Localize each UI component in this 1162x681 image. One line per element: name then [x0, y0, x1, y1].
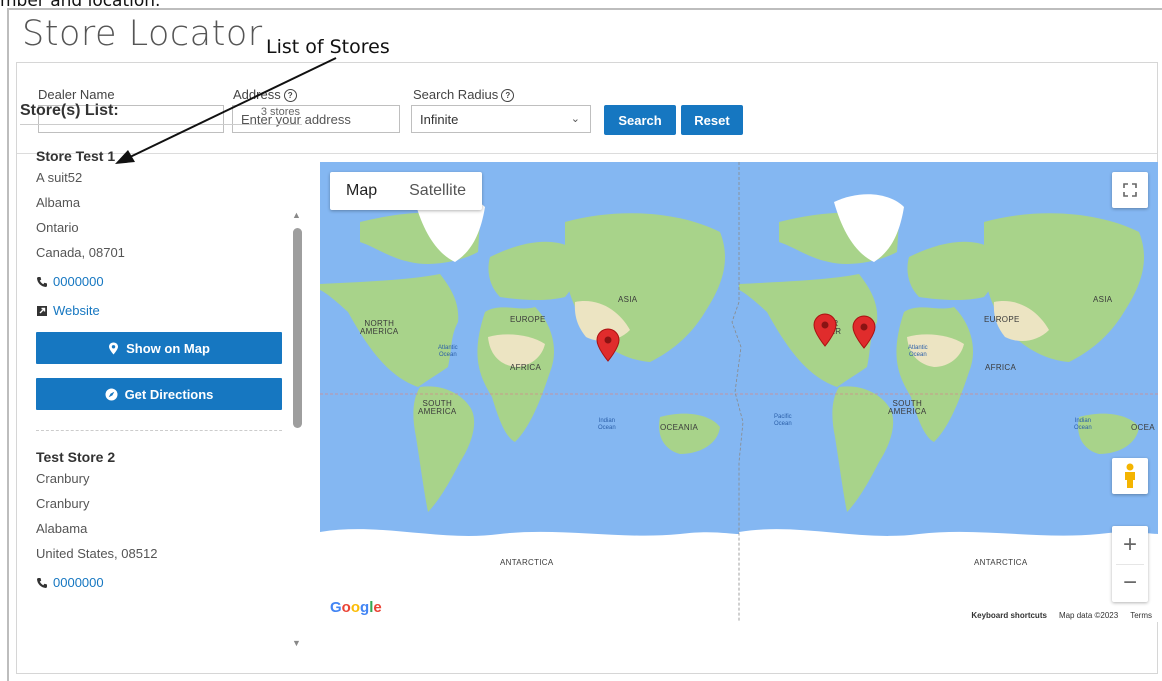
google-logo-letter: o: [350, 599, 361, 616]
search-radius-value: Infinite: [420, 112, 459, 127]
search-radius-label: Search Radius?: [413, 87, 515, 102]
store-address-line: Cranbury: [36, 496, 90, 511]
store-list-scrollbar[interactable]: ▲ ▼: [289, 210, 305, 650]
google-logo-letter: g: [360, 599, 370, 616]
store-phone: 0000000: [53, 575, 104, 590]
map-label: EUROPE: [984, 315, 1020, 324]
phone-icon: [37, 276, 47, 287]
help-icon[interactable]: ?: [501, 89, 515, 102]
ocean-label: Pacific Ocean: [774, 414, 792, 427]
store-phone-link[interactable]: 0000000: [36, 575, 282, 590]
page-title: Store Locator: [22, 14, 263, 54]
ocean-label: Atlantic Ocean: [908, 345, 928, 358]
show-on-map-label: Show on Map: [126, 340, 210, 356]
map-type-map[interactable]: Map: [330, 172, 393, 210]
phone-icon: [37, 577, 47, 588]
map-label: AFRICA: [985, 363, 1017, 372]
map-pin-icon[interactable]: [813, 313, 837, 347]
store-list-title: Store(s) List:: [20, 102, 119, 119]
map-pin-icon[interactable]: [852, 315, 876, 349]
map-label: ANTARCTICA: [974, 558, 1028, 567]
store-address-line: A suit52: [36, 170, 83, 185]
map-pin-icon[interactable]: [596, 328, 620, 362]
google-logo-letter: e: [373, 599, 382, 616]
map-label: OCEA: [1131, 423, 1155, 432]
store-list[interactable]: Store Test 1 A suit52 Albama Ontario Can…: [20, 130, 282, 620]
map-label: EUROPE: [510, 315, 546, 324]
list-item: Store Test 1 A suit52 Albama Ontario Can…: [20, 148, 282, 410]
search-button[interactable]: Search: [604, 105, 676, 135]
store-address-line: Alabama: [36, 521, 88, 536]
map-label: ANTARCTICA: [500, 558, 554, 567]
store-website: Website: [53, 303, 100, 318]
map-label: SOUTH AMERICA: [888, 399, 927, 416]
external-link-icon: [37, 305, 47, 316]
store-phone: 0000000: [53, 274, 104, 289]
zoom-out-button[interactable]: −: [1123, 565, 1137, 603]
list-item: Test Store 2 Cranbury Cranbury Alabama U…: [20, 449, 282, 590]
search-radius-label-text: Search Radius: [413, 87, 499, 102]
scroll-down-arrow-icon[interactable]: ▼: [292, 638, 301, 648]
store-address-line: United States, 08512: [36, 546, 158, 561]
google-logo: Google: [330, 599, 382, 616]
fullscreen-button[interactable]: [1112, 172, 1148, 208]
map-view[interactable]: NORTH AMERICA EUROPE ASIA AFRICA SOUTH AME…: [320, 162, 1158, 622]
store-name: Test Store 2: [36, 449, 116, 465]
ocean-label: Indian Ocean: [598, 418, 616, 431]
get-directions-button[interactable]: Get Directions: [36, 378, 282, 410]
store-address-line: Canada, 08701: [36, 245, 125, 260]
ocean-label: Indian Ocean: [1074, 418, 1092, 431]
keyboard-shortcuts-link[interactable]: Keyboard shortcuts: [971, 611, 1047, 620]
world-map: [320, 162, 1158, 622]
fullscreen-icon: [1123, 183, 1137, 197]
map-data-text: Map data ©2023: [1058, 610, 1119, 620]
annotation-label: List of Stores: [266, 36, 390, 58]
map-attribution: Keyboard shortcuts Map data ©2023 Terms: [965, 608, 1158, 622]
store-address-line: Ontario: [36, 220, 79, 235]
map-type-satellite[interactable]: Satellite: [393, 172, 482, 210]
google-logo-letter: G: [330, 599, 342, 616]
map-label: SOUTH AMERICA: [418, 399, 457, 416]
store-count: 3 stores: [260, 106, 300, 118]
map-label: OCEANIA: [660, 423, 699, 432]
pegman-icon: [1125, 463, 1135, 488]
scroll-up-arrow-icon[interactable]: ▲: [292, 210, 301, 220]
map-label: NORTH AMERICA: [360, 319, 399, 336]
store-list-header: Store(s) List: 3 stores: [20, 100, 302, 125]
reset-button[interactable]: Reset: [681, 105, 743, 135]
show-on-map-button[interactable]: Show on Map: [36, 332, 282, 364]
store-name: Store Test 1: [36, 148, 116, 164]
map-type-toggle: Map Satellite: [330, 172, 483, 210]
zoom-in-button[interactable]: +: [1116, 526, 1144, 565]
terms-link[interactable]: Terms: [1130, 611, 1152, 620]
store-website-link[interactable]: Website: [36, 303, 282, 318]
store-phone-link[interactable]: 0000000: [36, 274, 282, 289]
store-address-line: Albama: [36, 195, 81, 210]
zoom-control: + −: [1112, 526, 1148, 602]
street-view-button[interactable]: [1112, 458, 1148, 494]
ocean-label: Atlantic Ocean: [438, 345, 458, 358]
store-address-line: Cranbury: [36, 471, 90, 486]
store-divider: [36, 430, 282, 431]
scroll-thumb[interactable]: [293, 228, 302, 428]
chevron-down-icon: ⌄: [570, 113, 580, 125]
search-radius-select[interactable]: Infinite ⌄: [411, 105, 591, 133]
map-label: AFRICA: [510, 363, 542, 372]
map-marker-icon: [109, 342, 119, 354]
google-logo-letter: o: [341, 599, 351, 616]
map-label: ASIA: [618, 295, 638, 304]
compass-icon: [105, 388, 118, 400]
map-label: ASIA: [1093, 295, 1113, 304]
get-directions-label: Get Directions: [124, 386, 214, 402]
